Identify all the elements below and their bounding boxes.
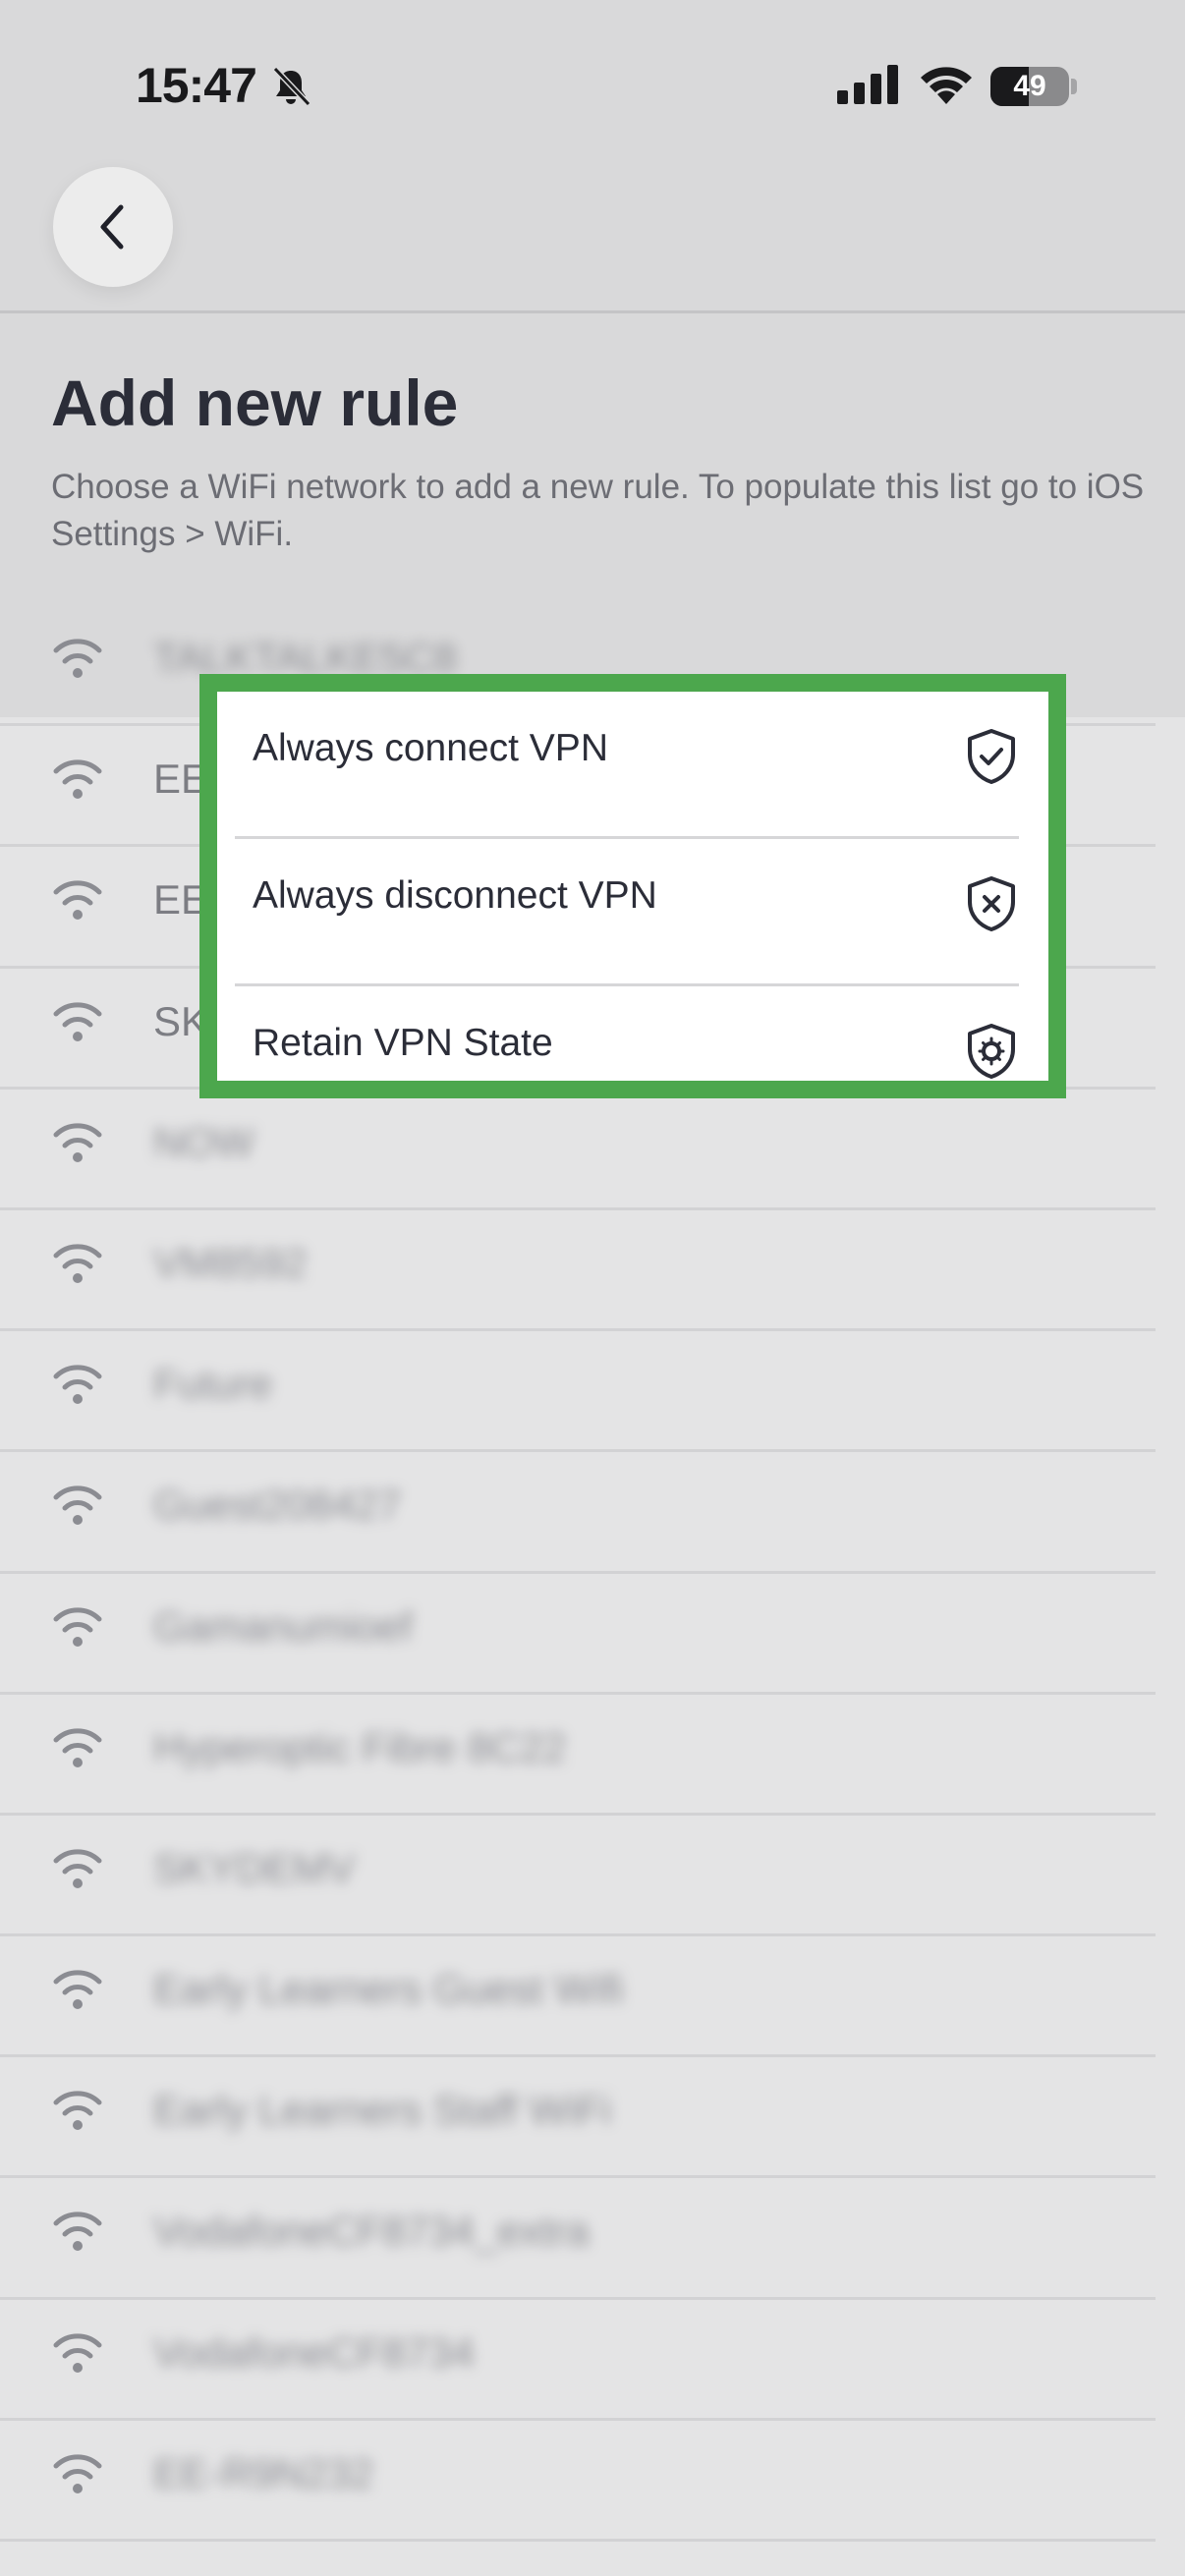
wifi-icon <box>53 1728 102 1767</box>
wifi-status-icon <box>921 67 972 104</box>
wifi-icon <box>53 1365 102 1405</box>
network-ssid: Guest208427 <box>153 1482 402 1529</box>
menu-item-always-connect[interactable]: Always connect VPN <box>217 692 1048 839</box>
network-ssid: Hyperoptic Fibre 8C22 <box>153 1723 567 1770</box>
network-row[interactable]: SKYDEMV <box>0 1816 1185 1937</box>
network-row[interactable]: VodafoneCF8734 <box>0 2300 1185 2421</box>
page-subtitle: Choose a WiFi network to add a new rule.… <box>51 468 1145 553</box>
menu-item-label: Always connect VPN <box>253 727 608 769</box>
menu-item-always-disconnect[interactable]: Always disconnect VPN <box>217 839 1048 986</box>
wifi-icon <box>53 2333 102 2373</box>
back-button[interactable] <box>53 167 173 287</box>
wifi-icon <box>53 880 102 921</box>
row-divider <box>0 2539 1156 2542</box>
network-row[interactable]: VM8592 <box>0 1210 1185 1332</box>
wifi-icon <box>53 1485 102 1526</box>
menu-item-label: Retain VPN State <box>253 1022 553 1064</box>
cellular-signal-icon <box>837 65 898 104</box>
wifi-icon <box>53 1244 102 1283</box>
network-row[interactable]: NOW <box>0 1090 1185 1210</box>
network-ssid: SKYDEMV <box>153 1844 356 1891</box>
shield-gear-icon <box>968 1024 1015 1079</box>
chevron-left-icon <box>100 204 124 250</box>
battery-cap <box>1071 79 1077 94</box>
network-ssid: Early Learners Guest Wifi <box>153 1966 624 2013</box>
network-ssid: Gamanumioef <box>153 1602 413 1650</box>
wifi-icon <box>53 1970 102 2010</box>
rule-options-menu: Always connect VPN Always disconnect VPN… <box>217 692 1048 1081</box>
network-row[interactable]: EE-R9N232 <box>0 2421 1185 2542</box>
network-ssid: VodafoneCF8734 <box>153 2328 475 2376</box>
network-row[interactable]: Gamanumioef <box>0 1574 1185 1695</box>
shield-x-icon <box>968 876 1015 931</box>
network-ssid: NOW <box>153 1118 254 1165</box>
network-row[interactable]: Guest208427 <box>0 1452 1185 1574</box>
network-row[interactable]: Hyperoptic Fibre 8C22 <box>0 1695 1185 1816</box>
header-divider <box>0 310 1185 313</box>
network-row[interactable]: Early Learners Guest Wifi <box>0 1936 1185 2058</box>
network-row[interactable]: Future <box>0 1331 1185 1453</box>
rule-menu-highlight: Always connect VPN Always disconnect VPN… <box>199 674 1066 1098</box>
network-ssid: VM8592 <box>153 1239 308 1286</box>
network-ssid: EE-R9N232 <box>153 2449 374 2496</box>
wifi-icon <box>53 1001 102 1041</box>
wifi-icon <box>53 2091 102 2131</box>
battery-indicator: 49 <box>990 67 1069 106</box>
network-row[interactable]: Early Learners Staff WiFi <box>0 2057 1185 2179</box>
wifi-icon <box>53 1849 102 1888</box>
menu-item-label: Always disconnect VPN <box>253 874 657 917</box>
network-ssid: VodafoneCF8734_extra <box>153 2208 590 2255</box>
status-time: 15:47 <box>136 58 257 113</box>
menu-item-retain-state[interactable]: Retain VPN State <box>217 986 1048 1081</box>
wifi-icon <box>53 2454 102 2493</box>
wifi-icon <box>53 2212 102 2252</box>
network-ssid: Early Learners Staff WiFi <box>153 2087 612 2134</box>
network-row[interactable]: VodafoneCF8734_extra <box>0 2178 1185 2300</box>
wifi-icon <box>53 1606 102 1647</box>
wifi-icon <box>53 1123 102 1162</box>
network-ssid: Future <box>153 1361 273 1408</box>
shield-check-icon <box>968 729 1015 784</box>
wifi-icon <box>53 639 102 678</box>
battery-level: 49 <box>1013 70 1046 102</box>
wifi-icon <box>53 759 102 800</box>
page-title: Add new rule <box>51 366 459 439</box>
bell-slash-icon <box>272 66 311 107</box>
